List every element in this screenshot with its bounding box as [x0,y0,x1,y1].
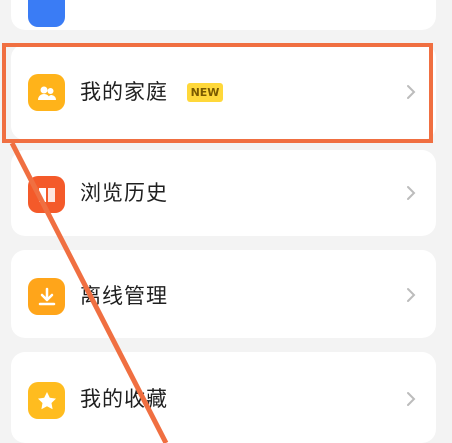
annotation-arrow-line [9,141,169,443]
